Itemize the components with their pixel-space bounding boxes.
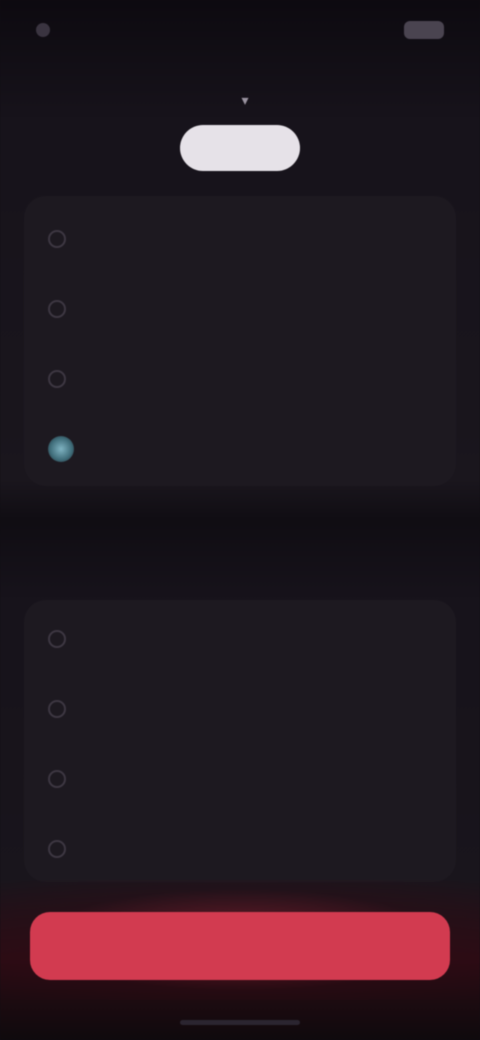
notification-icon <box>36 23 50 37</box>
radio-icon[interactable] <box>48 230 66 248</box>
radio-icon[interactable] <box>48 770 66 788</box>
radio-icon[interactable] <box>48 700 66 718</box>
list-item[interactable] <box>24 744 456 814</box>
chevron-down-icon[interactable]: ▾ <box>241 92 248 109</box>
screen: ▾ <box>0 0 480 1040</box>
primary-action-button[interactable] <box>30 912 450 980</box>
list-item[interactable] <box>24 604 456 674</box>
tab-0[interactable] <box>0 125 28 171</box>
home-indicator[interactable] <box>180 1020 300 1025</box>
list-item-selected[interactable] <box>24 414 456 484</box>
tab-3[interactable] <box>316 125 436 171</box>
radio-icon[interactable] <box>48 630 66 648</box>
status-left <box>36 23 60 37</box>
tab-bar <box>0 122 480 174</box>
tab-2[interactable] <box>180 125 300 171</box>
secondary-list <box>24 600 456 882</box>
list-item[interactable] <box>24 204 456 274</box>
radio-icon[interactable] <box>48 370 66 388</box>
tab-1[interactable] <box>44 125 164 171</box>
tab-4[interactable] <box>452 125 480 171</box>
radio-icon[interactable] <box>48 300 66 318</box>
list-item[interactable] <box>24 344 456 414</box>
radio-selected-icon[interactable] <box>48 436 74 462</box>
status-right <box>404 21 444 39</box>
list-item[interactable] <box>24 814 456 884</box>
primary-list <box>24 196 456 486</box>
status-bar <box>0 0 480 60</box>
radio-icon[interactable] <box>48 840 66 858</box>
header[interactable]: ▾ <box>0 78 480 122</box>
list-item[interactable] <box>24 274 456 344</box>
list-item[interactable] <box>24 674 456 744</box>
battery-icon <box>404 21 444 39</box>
